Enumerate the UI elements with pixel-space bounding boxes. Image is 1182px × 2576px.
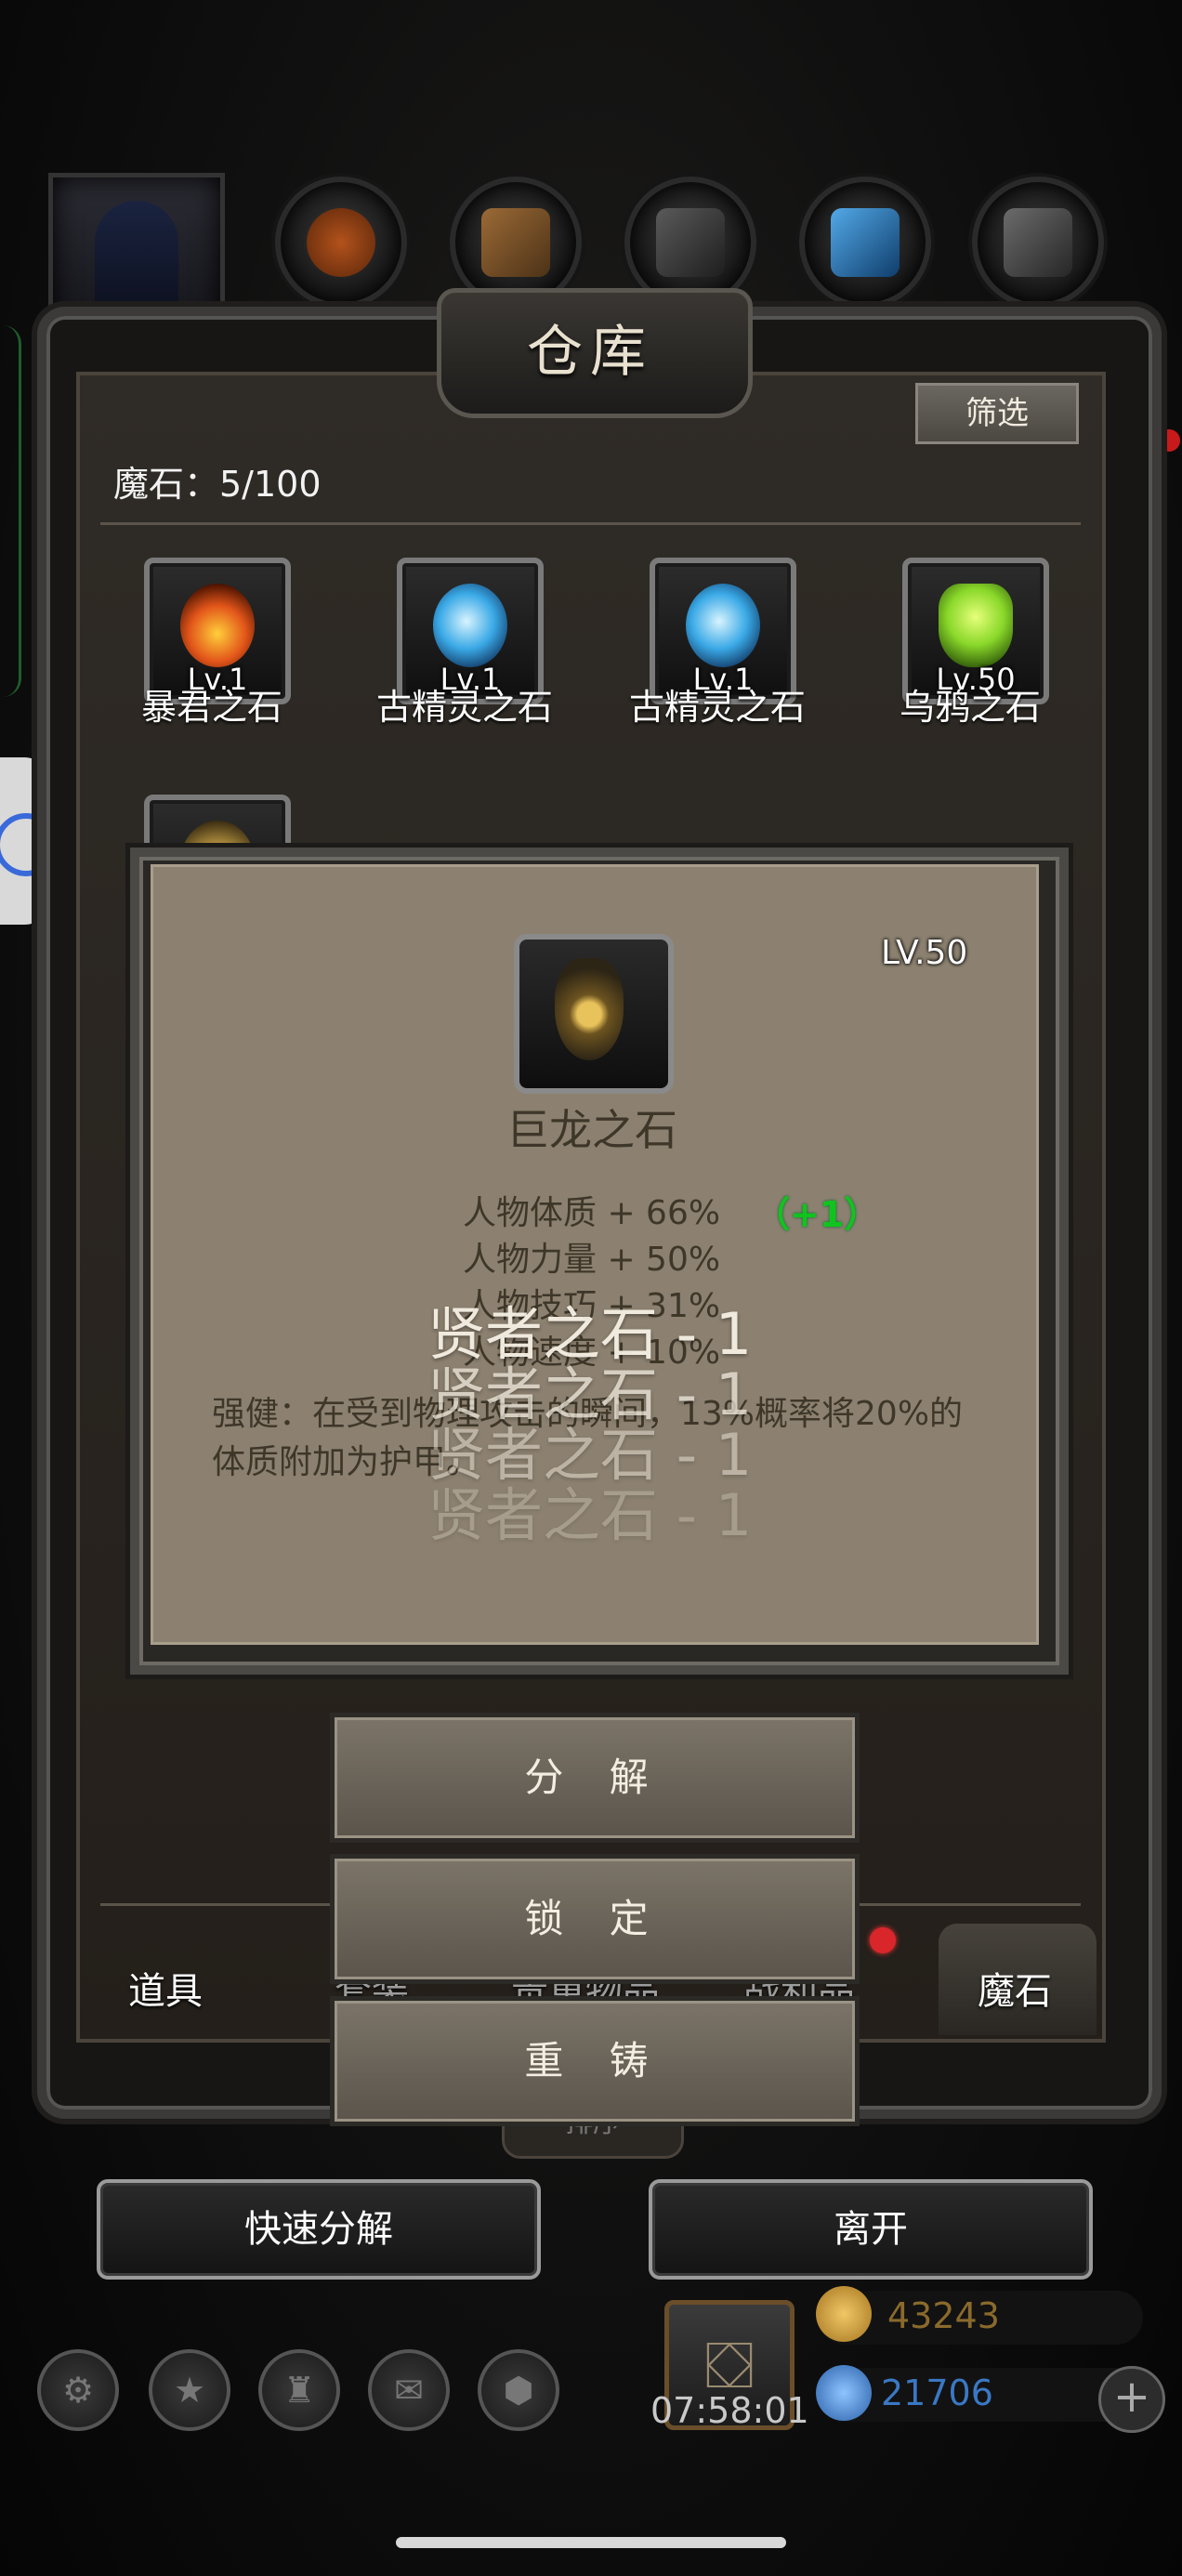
stat-bonus: （+1） bbox=[755, 1194, 880, 1235]
shop-button[interactable]: ⬢ bbox=[478, 2349, 559, 2431]
dragon-stone-icon bbox=[555, 958, 624, 1060]
gem-amount: 21706 bbox=[881, 2372, 993, 2413]
mail-button[interactable]: ✉ bbox=[368, 2349, 450, 2431]
mail-icon: ✉ bbox=[394, 2370, 424, 2411]
crest-icon: ♜ bbox=[282, 2370, 316, 2411]
toast-text: 贤者之石 - 1 bbox=[427, 1481, 753, 1549]
stone-count: 魔石：5/100 bbox=[113, 464, 322, 505]
detail-level: LV.50 bbox=[881, 934, 968, 972]
iron-ingot-icon bbox=[656, 208, 725, 277]
ancient-elf-stone-icon bbox=[686, 584, 760, 667]
slot-crystal[interactable] bbox=[799, 177, 931, 309]
crow-stone-icon bbox=[939, 584, 1013, 667]
page-title: 仓库 bbox=[527, 320, 653, 385]
settings-button[interactable]: ⚙ bbox=[37, 2349, 119, 2431]
divider bbox=[100, 522, 1081, 525]
crystal-icon bbox=[831, 208, 900, 277]
cube-icon: ⬢ bbox=[503, 2370, 534, 2411]
home-indicator[interactable] bbox=[396, 2537, 786, 2548]
tab-items[interactable]: 道具 bbox=[128, 1961, 203, 2015]
leave-button[interactable]: 离开 bbox=[649, 2179, 1093, 2280]
detail-item-icon bbox=[514, 934, 674, 1094]
item-name: 古精灵之石 bbox=[628, 687, 806, 728]
add-currency-button[interactable]: + bbox=[1098, 2366, 1165, 2433]
slot-weapon[interactable] bbox=[275, 177, 407, 309]
quick-decompose-button[interactable]: 快速分解 bbox=[97, 2179, 541, 2280]
wood-icon bbox=[481, 208, 550, 277]
loot-badge bbox=[870, 1927, 896, 1953]
star-icon: ★ bbox=[173, 2370, 206, 2411]
filter-button[interactable]: 筛选 bbox=[915, 383, 1079, 444]
stat-line: 人物力量 + 50% bbox=[463, 1241, 721, 1279]
gold-coin-icon bbox=[816, 2286, 872, 2342]
tyrant-stone-icon bbox=[180, 584, 255, 667]
reforge-button[interactable]: 重 铸 bbox=[330, 1996, 860, 2126]
tab-magic-stones[interactable]: 魔石 bbox=[978, 1961, 1052, 2015]
ancient-elf-stone-icon bbox=[433, 584, 507, 667]
item-name: 暴君之石 bbox=[140, 687, 282, 728]
lock-button[interactable]: 锁 定 bbox=[330, 1854, 860, 1984]
guild-button[interactable]: ♜ bbox=[258, 2349, 340, 2431]
detail-name: 巨龙之石 bbox=[506, 1105, 677, 1155]
gear-icon: ⚙ bbox=[61, 2370, 95, 2411]
gem-icon bbox=[816, 2365, 872, 2421]
achievement-button[interactable]: ★ bbox=[149, 2349, 230, 2431]
steel-ingot-icon bbox=[1004, 208, 1072, 277]
item-name: 古精灵之石 bbox=[375, 687, 553, 728]
gold-amount: 43243 bbox=[887, 2295, 1000, 2336]
stat-line: 人物体质 + 66% bbox=[463, 1194, 721, 1232]
hero-face bbox=[95, 201, 178, 322]
decompose-button[interactable]: 分 解 bbox=[330, 1713, 860, 1843]
item-name: 乌鸦之石 bbox=[899, 687, 1041, 728]
edge-indicator bbox=[0, 325, 21, 697]
slot-steel[interactable] bbox=[972, 177, 1104, 309]
gift-timer: 07:58:01 bbox=[650, 2390, 809, 2431]
gauntlet-icon bbox=[307, 208, 375, 277]
